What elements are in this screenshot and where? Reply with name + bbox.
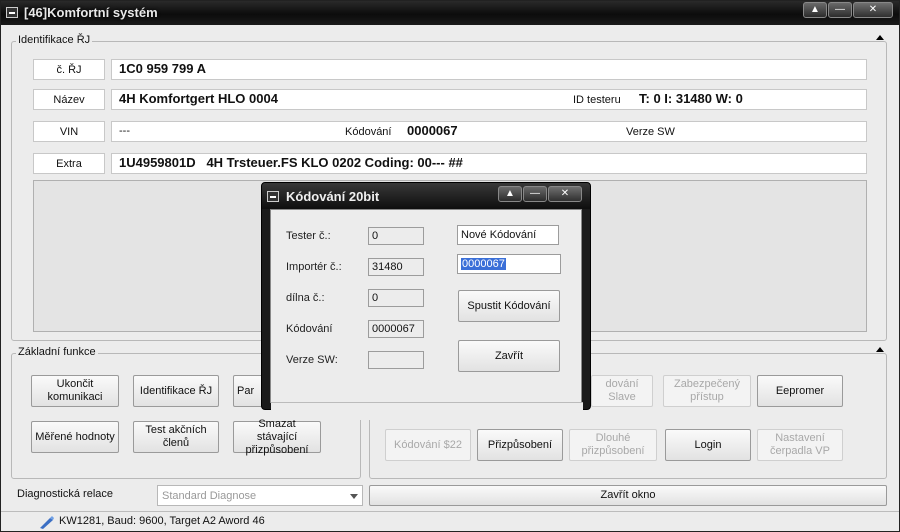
dialog-coding-label: Kódování [286, 323, 333, 335]
extra-label: Extra [33, 153, 105, 174]
dialog-close-button[interactable]: ✕ [548, 186, 582, 202]
new-coding-value: 0000067 [461, 258, 506, 270]
vin-label: VIN [33, 121, 105, 142]
part-no-label: č. ŘJ [33, 59, 105, 80]
diagnostic-session-value: Standard Diagnose [162, 490, 257, 502]
end-communication-button[interactable]: Ukončit komunikaci [31, 375, 119, 407]
importer-no-field[interactable]: 31480 [368, 258, 424, 276]
new-coding-input[interactable]: 0000067 [457, 254, 561, 274]
system-menu-icon[interactable] [6, 7, 18, 18]
dialog-status-strip [271, 402, 583, 420]
coding-22-button[interactable]: Kódování $22 [385, 429, 471, 461]
name-value: 4H Komfortgert HLO 0004 [119, 91, 278, 106]
dialog-system-menu-icon[interactable] [267, 191, 279, 202]
part-no-value: 1C0 959 799 A [119, 61, 206, 76]
erase-adaptation-button[interactable]: Smazat stávající přizpůsobení [233, 418, 321, 456]
workshop-no-label: dílna č.: [286, 292, 325, 304]
adaptation-button[interactable]: Přizpůsobení [477, 429, 563, 461]
dialog-close-action-button[interactable]: Zavřít [458, 340, 560, 372]
title-bar[interactable]: [46]Komfortní systém ▲ — ✕ [1, 1, 899, 25]
secure-access-button[interactable]: Zabezpečený přístup [663, 375, 751, 407]
collapse-arrow-icon[interactable] [876, 347, 884, 352]
restore-button[interactable]: ▲ [803, 2, 827, 18]
window-title: [46]Komfortní systém [24, 5, 158, 20]
coding-dialog: Kódování 20bit ▲ — ✕ Tester č.: 0 Import… [261, 182, 591, 420]
status-bar: KW1281, Baud: 9600, Target A2 Aword 46 [1, 511, 899, 531]
dialog-minimize-button[interactable]: — [523, 186, 547, 202]
diagnostic-session-select[interactable]: Standard Diagnose [157, 485, 363, 506]
identification-group-label: Identifikace ŘJ [16, 34, 93, 46]
basic-functions-label: Základní funkce [16, 346, 98, 358]
dialog-body: Tester č.: 0 Importér č.: 31480 dílna č.… [270, 209, 583, 420]
tester-no-label: Tester č.: [286, 230, 331, 242]
identification-button[interactable]: Identifikace ŘJ [133, 375, 219, 407]
sw-version-label: Verze SW [626, 126, 675, 138]
pump-setting-button[interactable]: Nastavení čerpadla VP [757, 429, 843, 461]
start-coding-button[interactable]: Spustit Kódování [458, 290, 560, 322]
connection-icon [40, 516, 54, 529]
dialog-sw-version-field[interactable] [368, 351, 424, 369]
vin-field [111, 121, 867, 142]
login-button[interactable]: Login [665, 429, 751, 461]
coding-value: 0000067 [407, 123, 458, 138]
vin-value: --- [119, 125, 130, 137]
part-no-field [111, 59, 867, 80]
close-button[interactable]: ✕ [853, 2, 893, 18]
dialog-title: Kódování 20bit [286, 189, 380, 204]
new-coding-label: Nové Kódování [457, 225, 559, 245]
tester-id-label: ID testeru [573, 94, 621, 106]
close-window-button[interactable]: Zavřít okno [369, 485, 887, 506]
workshop-no-field[interactable]: 0 [368, 289, 424, 307]
dialog-title-bar[interactable]: Kódování 20bit ▲ — ✕ [262, 183, 590, 209]
tester-id-value: T: 0 I: 31480 W: 0 [639, 91, 743, 106]
dialog-window-controls: ▲ — ✕ [497, 186, 582, 202]
extra-value: 1U4959801D 4H Trsteuer.FS KLO 0202 Codin… [119, 155, 463, 170]
coding-label: Kódování [345, 126, 392, 138]
dialog-restore-button[interactable]: ▲ [498, 186, 522, 202]
long-adaptation-button[interactable]: Dlouhé přizpůsobení [569, 429, 657, 461]
tester-no-field[interactable]: 0 [368, 227, 424, 245]
dialog-sw-version-label: Verze SW: [286, 354, 338, 366]
diagnostic-session-label: Diagnostická relace [17, 488, 113, 500]
collapse-arrow-icon[interactable] [876, 35, 884, 40]
coding-slave-button[interactable]: dování Slave [591, 375, 653, 407]
actuator-test-button[interactable]: Test akčních členů [133, 421, 219, 453]
dialog-coding-field[interactable]: 0000067 [368, 320, 424, 338]
window-controls: ▲ — ✕ [802, 2, 893, 18]
status-text: KW1281, Baud: 9600, Target A2 Aword 46 [59, 515, 265, 527]
eepromer-button[interactable]: Eepromer [757, 375, 843, 407]
minimize-button[interactable]: — [828, 2, 852, 18]
measured-values-button[interactable]: Měřené hodnoty [31, 421, 119, 453]
name-label: Název [33, 89, 105, 110]
dropdown-arrow-icon[interactable] [350, 494, 358, 499]
importer-no-label: Importér č.: [286, 261, 342, 273]
